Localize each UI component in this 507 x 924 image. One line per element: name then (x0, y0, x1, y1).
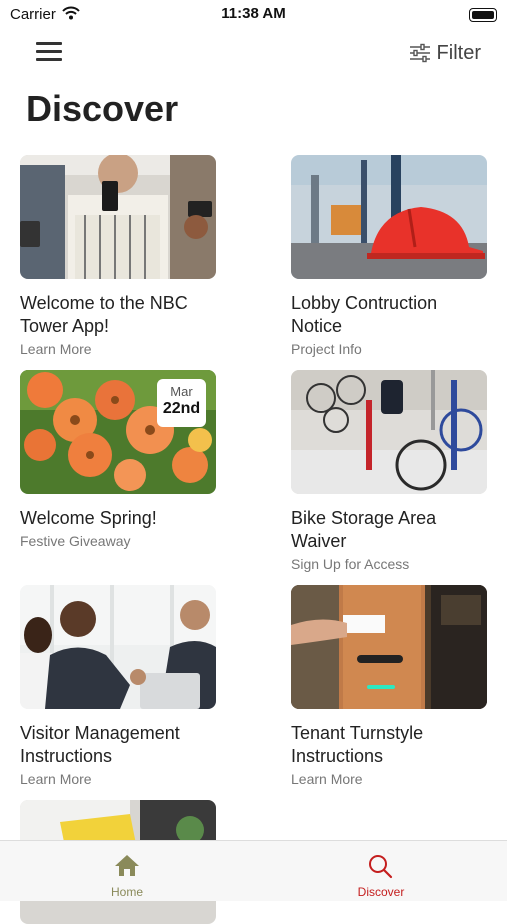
card-image-bikes (291, 370, 487, 494)
card-lobby-construction[interactable]: Lobby Contruction Notice Project Info (291, 155, 487, 357)
tab-discover[interactable]: Discover (254, 841, 507, 901)
filter-label: Filter (436, 41, 481, 64)
card-title: Visitor Management Instructions (20, 723, 180, 766)
tab-bar: Home Discover (0, 840, 507, 901)
filter-button[interactable]: Filter (409, 40, 481, 66)
card-title: Welcome Spring! (20, 508, 157, 528)
tab-discover-label: Discover (357, 885, 405, 899)
card-subtitle: Festive Giveaway (20, 533, 131, 549)
card-image-people-phones (20, 155, 216, 279)
date-badge-day: 22nd (162, 400, 201, 417)
sliders-icon (409, 43, 430, 63)
card-subtitle: Learn More (20, 341, 92, 357)
card-visitor-management[interactable]: Visitor Management Instructions Learn Mo… (20, 585, 216, 787)
card-title: Bike Storage Area Waiver (291, 508, 437, 551)
card-image-turnstile (291, 585, 487, 709)
date-badge: Mar 22nd (157, 379, 206, 427)
battery-icon (469, 8, 497, 22)
card-title: Welcome to the NBC Tower App! (20, 293, 188, 336)
card-image-flowers: Mar 22nd (20, 370, 216, 494)
card-image-hard-hat (291, 155, 487, 279)
card-title: Lobby Contruction Notice (291, 293, 438, 336)
card-subtitle: Project Info (291, 341, 362, 357)
tab-home-label: Home (110, 885, 143, 899)
search-icon (369, 855, 393, 879)
home-icon (115, 855, 139, 876)
menu-button[interactable] (36, 40, 64, 64)
date-badge-month: Mar (170, 384, 193, 399)
card-welcome-app[interactable]: Welcome to the NBC Tower App! Learn More (20, 155, 216, 357)
card-bike-storage[interactable]: Bike Storage Area Waiver Sign Up for Acc… (291, 370, 487, 572)
card-subtitle: Sign Up for Access (291, 556, 410, 572)
card-welcome-spring[interactable]: Mar 22nd Welcome Spring! Festive Giveawa… (20, 370, 216, 549)
card-tenant-turnstyle[interactable]: Tenant Turnstyle Instructions Learn More (291, 585, 487, 787)
page-title: Discover (26, 88, 179, 129)
card-subtitle: Learn More (20, 771, 92, 787)
card-image-handshake (20, 585, 216, 709)
tab-home[interactable]: Home (0, 841, 254, 901)
card-title: Tenant Turnstyle Instructions (291, 723, 424, 766)
card-subtitle: Learn More (291, 771, 363, 787)
clock: 11:38 AM (221, 5, 286, 22)
status-bar: Carrier 11:38 AM (0, 0, 507, 28)
